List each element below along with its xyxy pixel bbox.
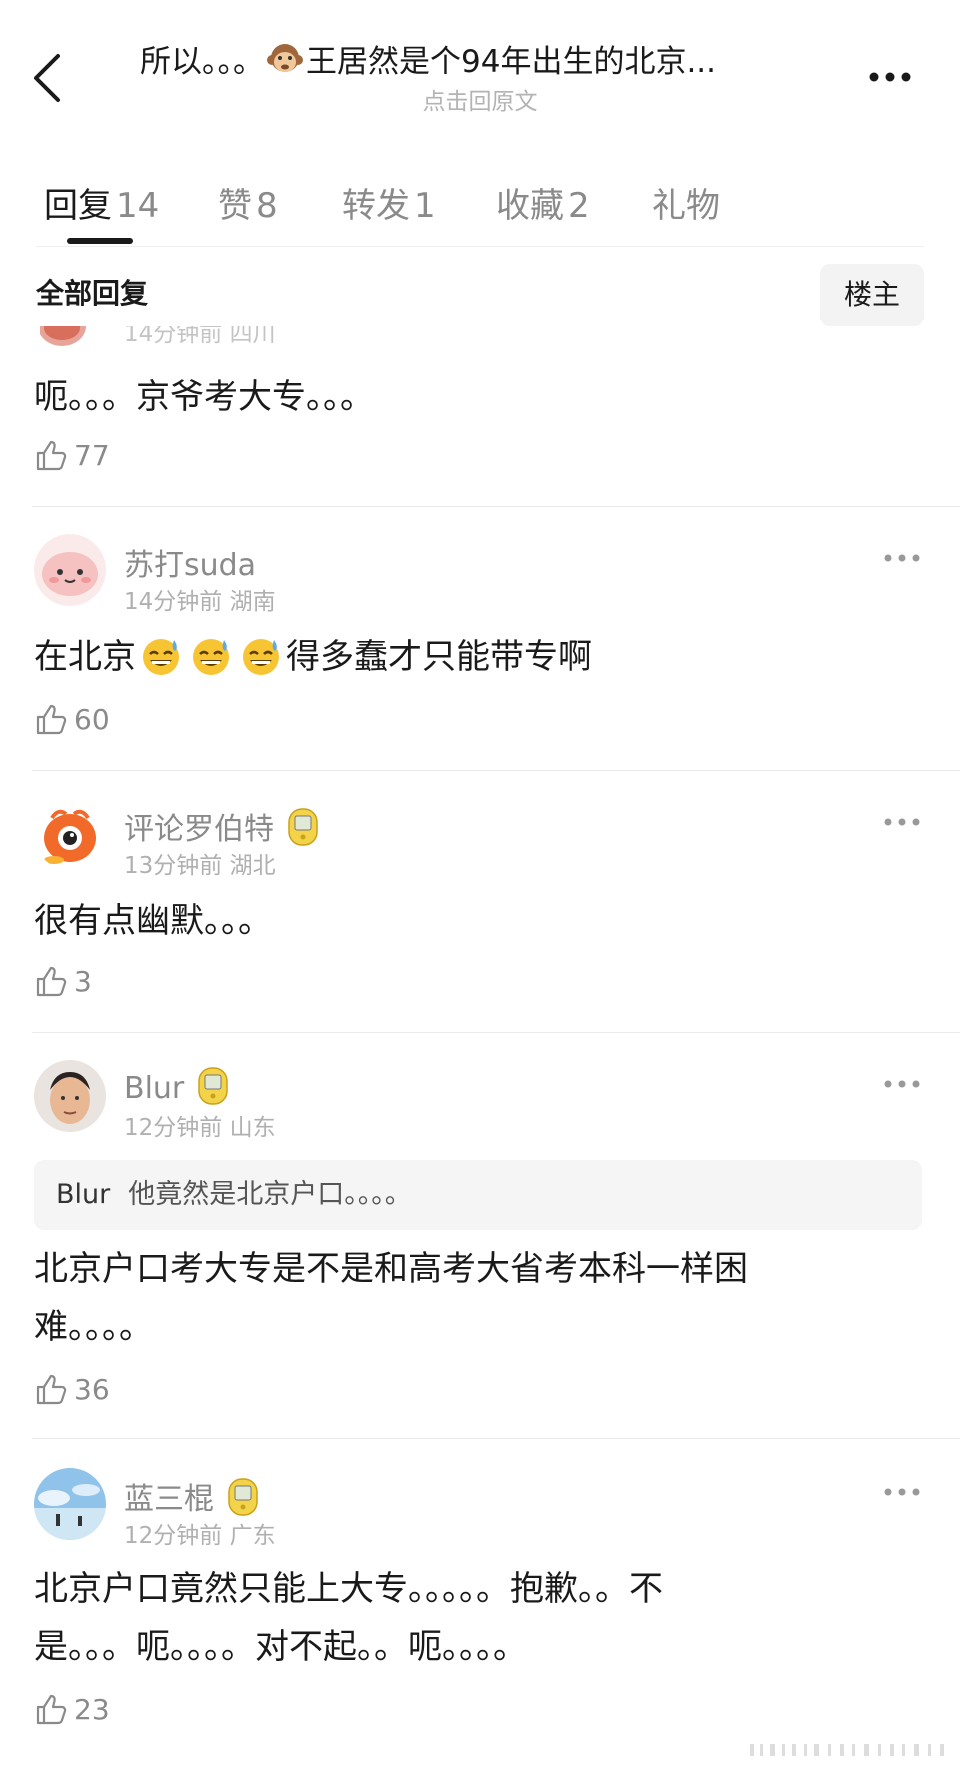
comment-text-line: 是。。。呃。。。。对不起。。呃。。。。: [34, 1627, 527, 1667]
comment-content: 北京户口考大专是不是和高考大省考本科一样困 难。。。。: [34, 1240, 894, 1356]
like-count: 77: [74, 439, 110, 472]
top-bar: 所以。。。 王居然是个94年出生的北京... 点击回原文: [0, 0, 960, 140]
watermark-strip: [750, 1744, 944, 1756]
post-title[interactable]: 所以。。。 王居然是个94年出生的北京...: [140, 40, 820, 83]
owner-filter-button[interactable]: 楼主: [820, 264, 924, 326]
badge-icon: [288, 808, 318, 846]
badge-icon: [198, 1067, 229, 1105]
comment-time: 13分钟前: [124, 853, 223, 879]
comment-content: 北京户口竟然只能上大专。。。。。抱歉。。不 是。。。呃。。。。对不起。。呃。。。。: [34, 1560, 894, 1676]
comment-text-line: 北京户口考大专是不是和高考大省考本科一样困: [34, 1249, 748, 1289]
sweat-smile-emoji-icon: [143, 639, 179, 675]
comment-location: 湖北: [229, 853, 276, 879]
like-count: 23: [74, 1693, 110, 1726]
comment-location: 广东: [229, 1523, 276, 1549]
comment-content: 很有点幽默。。。: [34, 901, 272, 941]
comment-time: 14分钟前: [124, 589, 223, 615]
sweat-smile-emoji-icon: [193, 639, 229, 675]
section-title: 全部回复: [36, 277, 149, 310]
comment-text: 在北京: [34, 637, 136, 677]
tab-replies[interactable]: 回复 14: [44, 178, 159, 227]
post-title-prefix: 所以。。。: [140, 44, 264, 80]
comment-text-line: 难。。。。: [34, 1307, 153, 1347]
comment-text-line: 北京户口竟然只能上大专。。。。。抱歉。。不: [34, 1569, 663, 1609]
active-tab-indicator: [67, 238, 133, 244]
comment-time: 12分钟前: [124, 1115, 223, 1141]
like-icon: [36, 1694, 67, 1725]
comment-more-icon[interactable]: [882, 552, 922, 564]
more-icon[interactable]: [860, 62, 920, 92]
avatar[interactable]: [34, 1468, 106, 1540]
comment-content: 在北京 得多蠢才只能带专啊: [34, 628, 894, 686]
tab-favorites[interactable]: 收藏 2: [496, 178, 590, 227]
comment-more-icon[interactable]: [882, 1078, 922, 1090]
badge-icon: [228, 1478, 258, 1516]
quoted-text: 他竟然是北京户口。。。。: [128, 1179, 412, 1210]
username[interactable]: 苏打suda: [124, 540, 256, 584]
username[interactable]: 蓝三棍: [124, 1474, 260, 1518]
comment-location: 湖南: [229, 589, 276, 615]
comment-text: 得多蠢才只能带专啊: [286, 637, 592, 677]
tab-gifts[interactable]: 礼物: [652, 178, 720, 227]
like-icon: [36, 1374, 67, 1405]
avatar[interactable]: [34, 534, 106, 606]
divider: [32, 1438, 960, 1439]
like-count: 3: [74, 965, 92, 998]
divider: [32, 1032, 960, 1033]
username[interactable]: Blur: [124, 1066, 230, 1106]
tab-likes[interactable]: 赞8: [218, 178, 278, 227]
comment-meta: 14分钟前 四川: [124, 326, 276, 347]
divider: [32, 506, 960, 507]
like-icon: [36, 704, 67, 735]
comment-location: 山东: [229, 1115, 276, 1141]
comment-time: 12分钟前: [124, 1523, 223, 1549]
avatar[interactable]: [40, 326, 100, 348]
like-count: 60: [74, 703, 110, 736]
tab-bar: 回复 14 赞8 转发 1 收藏 2 礼物: [36, 170, 936, 250]
tab-reposts[interactable]: 转发 1: [342, 178, 436, 227]
divider: [36, 246, 924, 247]
divider: [32, 770, 960, 771]
like-icon: [36, 440, 67, 471]
post-title-text: 王居然是个94年出生的北京...: [306, 44, 717, 80]
comment-more-icon[interactable]: [882, 816, 922, 828]
username[interactable]: 评论罗伯特: [124, 804, 320, 848]
avatar[interactable]: [34, 798, 106, 870]
like-icon: [36, 966, 67, 997]
monkey-emoji-icon: [267, 44, 303, 72]
comment-more-icon[interactable]: [882, 1486, 922, 1498]
back-to-original-link[interactable]: 点击回原文: [0, 82, 960, 116]
quoted-reply[interactable]: Blur 他竟然是北京户口。。。。: [34, 1160, 922, 1230]
quoted-username: Blur: [56, 1179, 111, 1210]
comment-content: 呃。。。京爷考大专。。。: [34, 377, 374, 417]
avatar[interactable]: [34, 1060, 106, 1132]
sweat-smile-emoji-icon: [243, 639, 279, 675]
like-count: 36: [74, 1373, 110, 1406]
